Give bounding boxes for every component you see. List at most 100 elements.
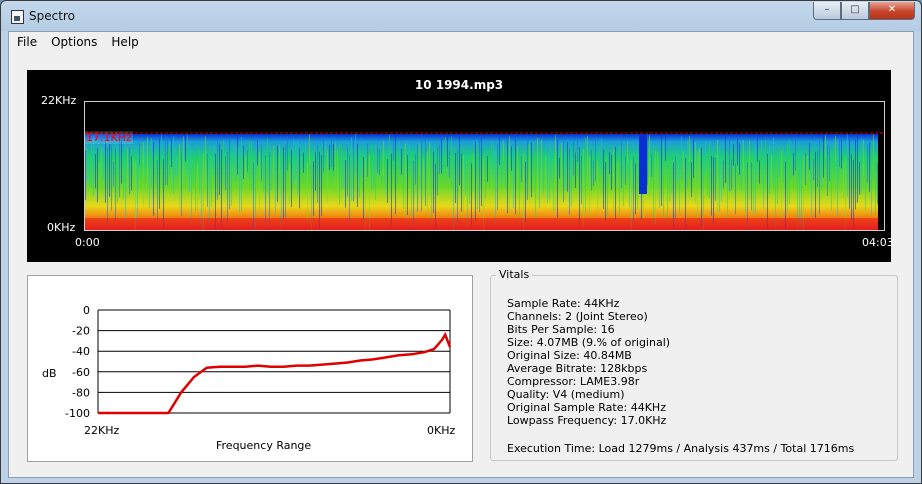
- spectrogram-streak: [389, 134, 390, 163]
- spectrogram-streak: [485, 150, 486, 199]
- spectrogram-streak: [861, 138, 862, 194]
- spectrogram-streak: [205, 136, 206, 183]
- spectrogram-streak: [377, 147, 378, 173]
- spectrogram-streak: [715, 157, 716, 201]
- spectrogram-plot: 17.1KHz: [84, 101, 885, 231]
- spectrogram-streak: [777, 155, 778, 205]
- spectrogram-streak: [347, 146, 348, 197]
- spectrogram-streak: [491, 140, 492, 161]
- spectrogram-streak: [185, 136, 186, 162]
- spectrogram-streak: [95, 154, 96, 189]
- spectrogram-streak: [425, 140, 426, 206]
- spectrogram-streak: [225, 156, 226, 191]
- spectrogram-streak: [279, 145, 280, 174]
- spectrogram-streak: [667, 156, 668, 223]
- spectrogram-streak: [473, 153, 474, 179]
- spectrogram-streak: [707, 160, 708, 197]
- execution-time: Execution Time: Load 1279ms / Analysis 4…: [507, 442, 855, 455]
- spectrogram-streak: [833, 144, 834, 172]
- spectrogram-streak: [663, 141, 664, 218]
- spectrogram-streak: [771, 155, 772, 187]
- spectrogram-streak: [791, 157, 792, 179]
- spectrogram-streak: [567, 142, 568, 192]
- spectrogram-streak: [661, 134, 662, 206]
- spectrogram-streak: [759, 160, 760, 184]
- window-title: Spectro: [29, 9, 75, 23]
- spectrogram-streak: [843, 162, 844, 199]
- close-button[interactable]: ✕: [869, 2, 915, 20]
- frequency-series-line: [98, 331, 452, 415]
- spectrogram-streak: [287, 135, 288, 171]
- spectrogram-streak: [171, 138, 172, 168]
- spectrogram-streak: [445, 137, 446, 178]
- minimize-button[interactable]: –: [813, 2, 841, 20]
- spectrogram-streak: [819, 139, 820, 215]
- vitals-line: Original Sample Rate: 44KHz: [507, 401, 666, 414]
- vitals-line: Lowpass Frequency: 17.0KHz: [507, 414, 667, 427]
- spectrogram-streak: [213, 145, 214, 169]
- spectrogram-streak: [575, 152, 576, 188]
- spectrogram-streak: [195, 161, 196, 212]
- spectrogram-streak: [579, 147, 580, 225]
- menu-help[interactable]: Help: [104, 32, 145, 53]
- spectrogram-streak: [583, 148, 584, 228]
- spectrogram-streak: [591, 149, 592, 191]
- menu-options[interactable]: Options: [44, 32, 104, 53]
- spectrogram-streak: [131, 156, 132, 191]
- title-bar[interactable]: Spectro – □ ✕: [1, 1, 921, 31]
- spectrogram-streak: [521, 155, 522, 182]
- spectrogram-streak: [359, 147, 360, 198]
- spectrogram-streak: [515, 139, 516, 215]
- spectrogram-streak: [371, 145, 372, 191]
- spectrogram-streak: [299, 148, 300, 209]
- spectrogram-streak: [87, 147, 88, 182]
- spectrogram-streak: [623, 160, 624, 206]
- spectrogram-streak: [417, 144, 418, 213]
- spectrogram-streak: [239, 147, 240, 213]
- spectrogram-streak: [577, 140, 578, 162]
- spectrogram-streak: [281, 161, 282, 227]
- spectrogram-streak: [175, 148, 176, 175]
- spectrogram-streak: [99, 162, 100, 186]
- menu-file[interactable]: File: [9, 32, 44, 53]
- app-icon[interactable]: [11, 10, 24, 24]
- spectrogram-streak: [737, 138, 738, 166]
- spectrogram-streak: [223, 139, 224, 183]
- spectrogram-streak: [679, 160, 680, 214]
- spectrogram-streak: [837, 138, 838, 217]
- spectrogram-streak: [349, 154, 350, 222]
- spectrogram-streak: [421, 134, 422, 212]
- vitals-line: Quality: V4 (medium): [507, 388, 625, 401]
- spectrogram-streak: [369, 154, 370, 230]
- spectrogram-panel: 10 1994.mp3 22KHz 0KHz 0:00 04:03 17.1KH…: [27, 70, 894, 262]
- spectrogram-streak: [587, 135, 588, 197]
- spectrogram-streak: [191, 149, 192, 225]
- spectrogram-streak: [309, 134, 310, 165]
- spectrogram-streak: [693, 140, 694, 178]
- spectrogram-streak: [817, 151, 818, 187]
- spectrogram-streak: [599, 146, 600, 167]
- spectrogram-streak: [395, 134, 396, 215]
- spectrogram-streak: [807, 154, 808, 182]
- spectrogram-streak: [217, 139, 218, 200]
- spectrogram-streak: [219, 143, 220, 196]
- maximize-button[interactable]: □: [841, 2, 869, 20]
- spectrogram-streak: [439, 144, 440, 174]
- spectrogram-streak: [711, 155, 712, 216]
- spectrogram-streak: [245, 155, 246, 184]
- spectrogram-streak: [89, 160, 90, 186]
- spectrogram-streak: [139, 143, 140, 166]
- spectrogram-streak: [717, 139, 718, 215]
- spectrogram-streak: [871, 155, 872, 216]
- spectrogram-streak: [503, 140, 504, 162]
- spectrogram-streak: [231, 160, 232, 206]
- spectrogram-streak: [319, 151, 320, 229]
- spectrogram-streak: [455, 152, 456, 204]
- spectrogram-streak: [769, 145, 770, 194]
- spectrogram-streak: [199, 148, 200, 194]
- spectrogram-streak: [257, 140, 258, 166]
- spectrogram-streak: [443, 142, 444, 173]
- spectrogram-streak: [315, 152, 316, 192]
- spectrogram-streak: [227, 151, 228, 227]
- spectrogram-streak: [809, 143, 810, 170]
